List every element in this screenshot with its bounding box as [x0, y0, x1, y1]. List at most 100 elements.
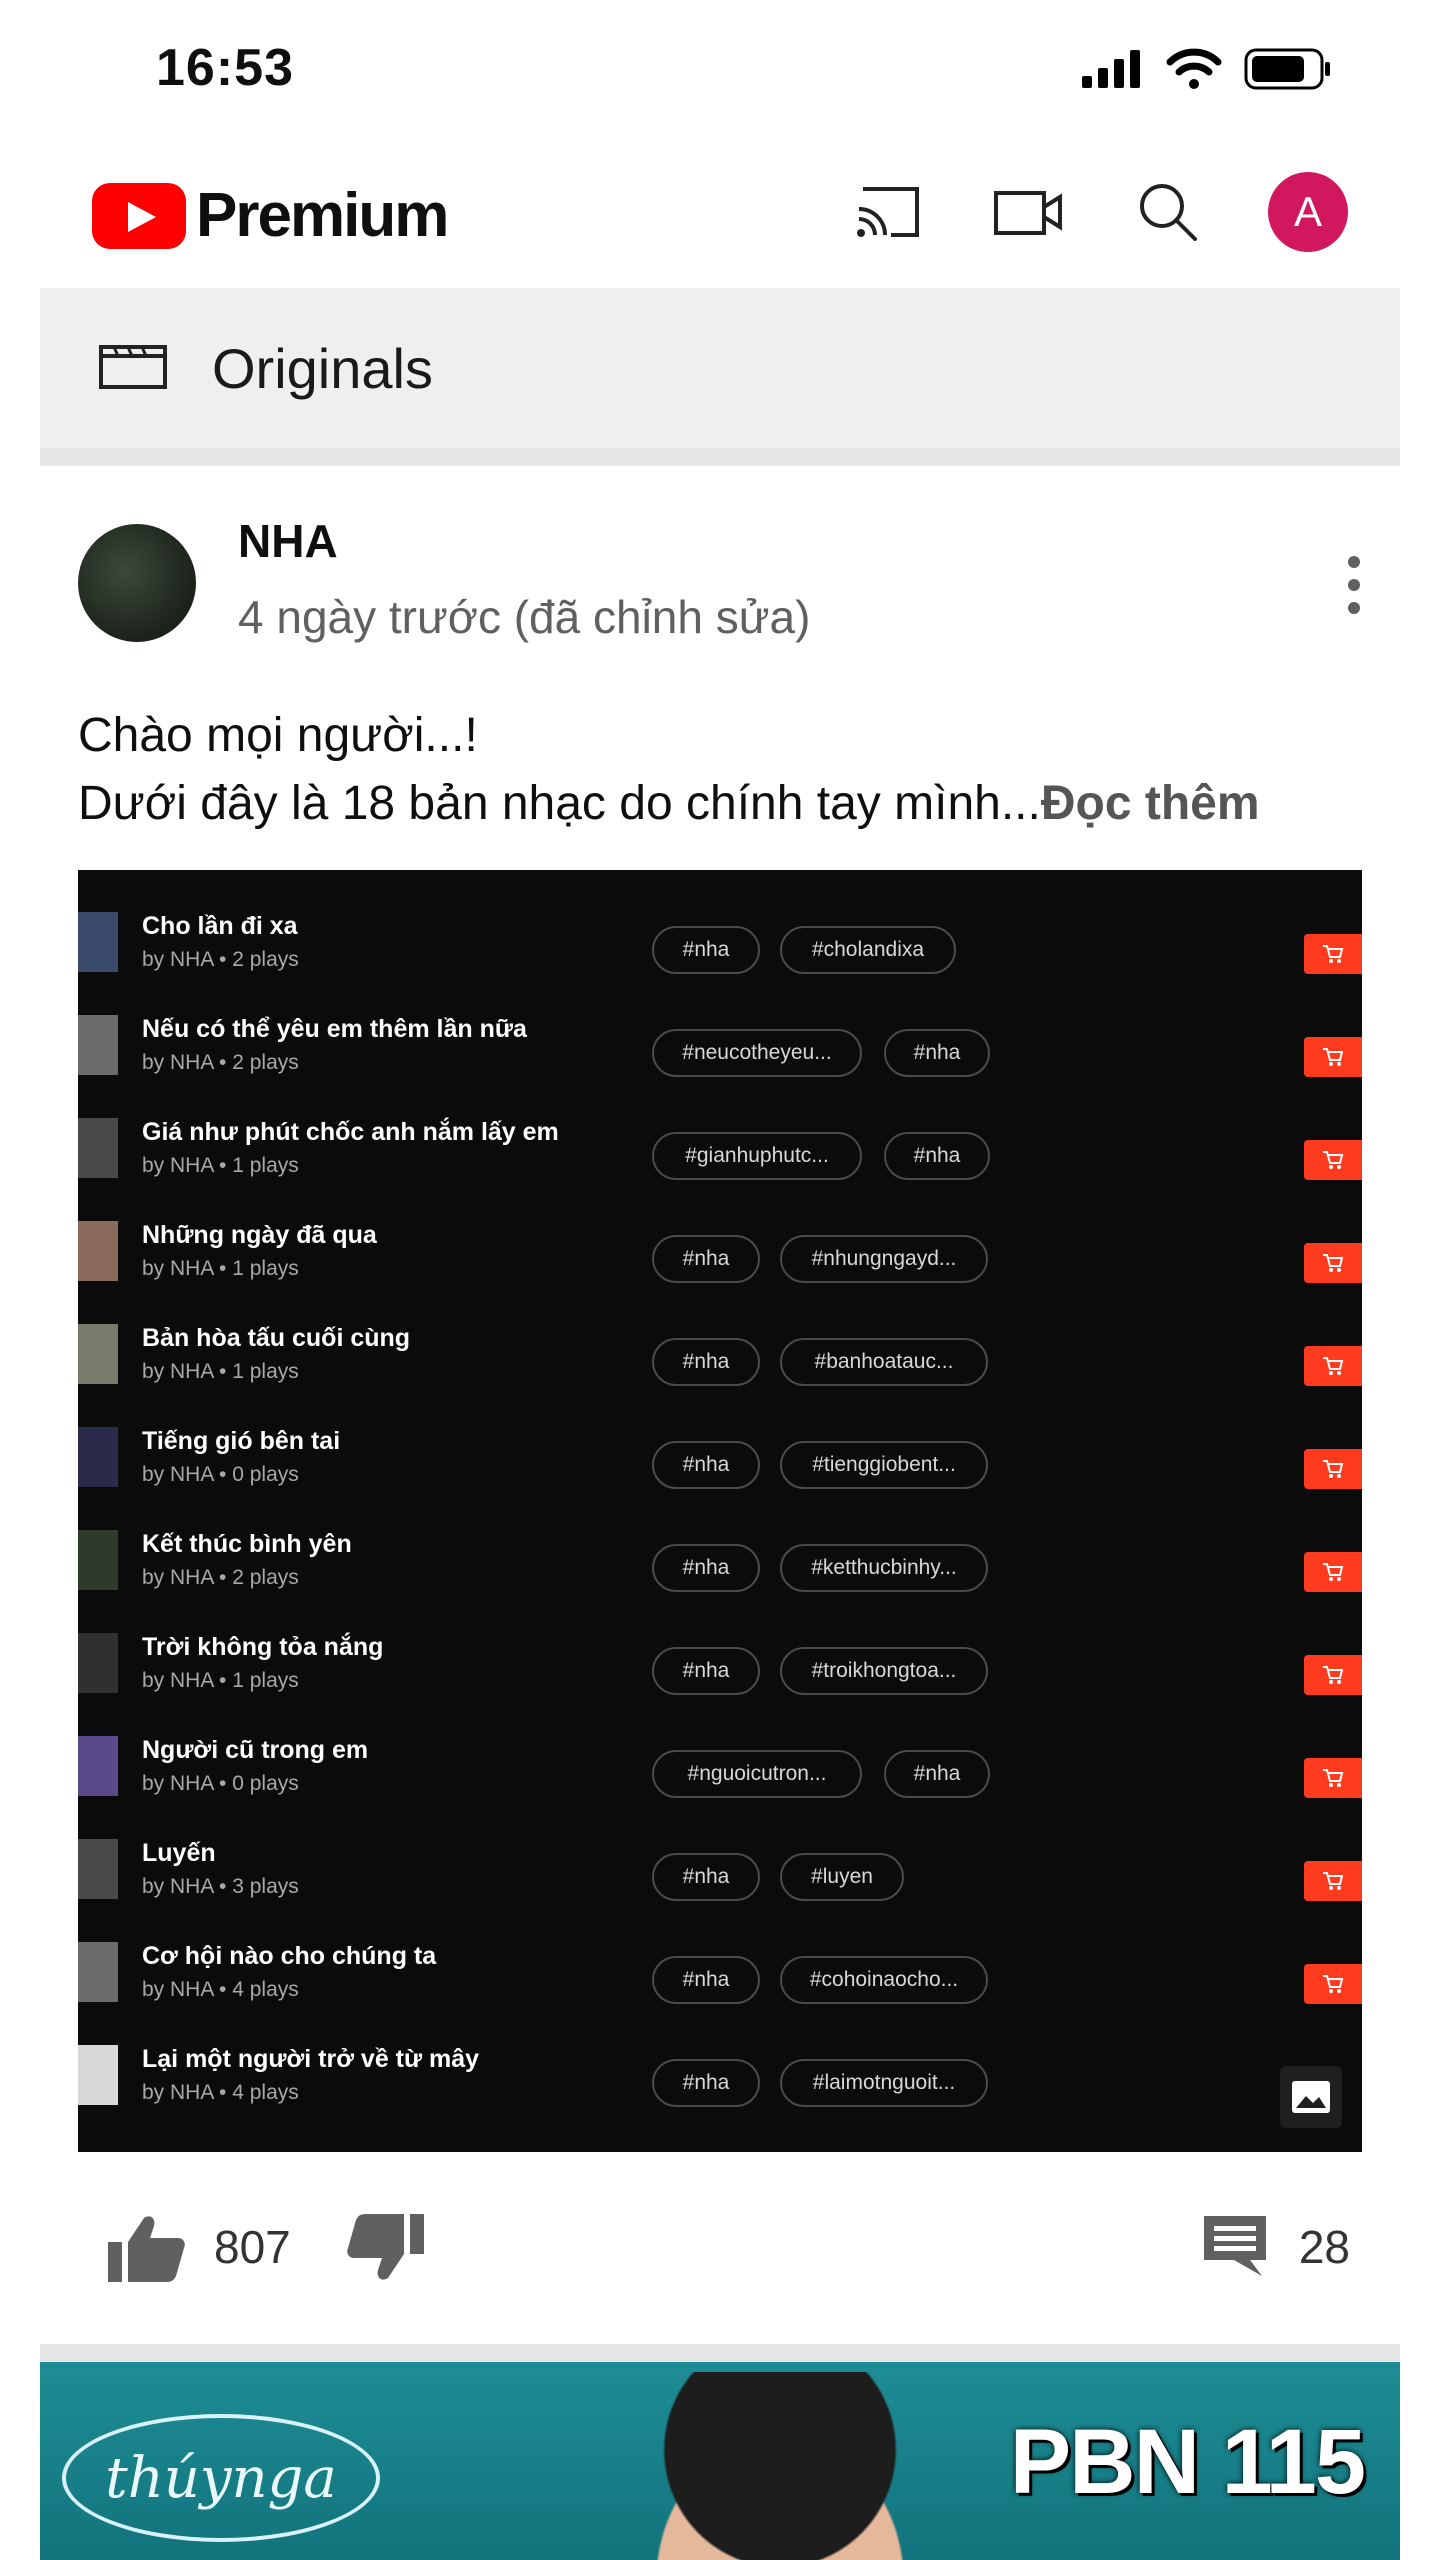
track-tag: #neucotheyeu... [652, 1029, 862, 1077]
track-row[interactable]: Kết thúc bình yên by NHA • 2 plays #nha #ke… [78, 1510, 1362, 1613]
post-image[interactable]: Lại một người trở về từ mây by NHA • 4 pl… [78, 870, 1362, 2152]
track-tag: #nha [652, 926, 760, 974]
originals-bar[interactable]: Originals [40, 288, 1400, 448]
image-icon[interactable] [1280, 2066, 1342, 2128]
track-tag: #nha [652, 2059, 760, 2107]
like-button[interactable] [106, 2212, 186, 2284]
track-meta: by NHA • 1 plays [142, 1669, 299, 1692]
cart-icon [1304, 1655, 1362, 1695]
track-tag: #luyen [780, 1853, 904, 1901]
track-tag: #laimotnguoit... [780, 2059, 988, 2107]
track-meta: by NHA • 2 plays [142, 948, 299, 971]
track-meta: by NHA • 0 plays [142, 1463, 299, 1486]
track-tag: #gianhuphutc... [652, 1132, 862, 1180]
track-tag: #ketthucbinhy... [780, 1544, 988, 1592]
wifi-icon [1166, 48, 1222, 89]
track-title: Luyến [142, 1839, 216, 1867]
track-tag: #nha [652, 1956, 760, 2004]
track-tag: #nhungngayd... [780, 1235, 988, 1283]
track-title: Tiếng gió bên tai [142, 1427, 341, 1455]
cart-icon [1304, 1861, 1362, 1901]
clock: 16:53 [156, 39, 294, 97]
track-row[interactable]: Trời không tỏa nắng by NHA • 1 plays #nha #… [78, 1613, 1362, 1716]
cart-icon [1304, 1243, 1362, 1283]
battery-icon [1244, 48, 1330, 90]
track-row[interactable]: Tiếng gió bên tai by NHA • 0 plays #nha #ti… [78, 1407, 1362, 1510]
track-tag: #cholandixa [780, 926, 956, 974]
track-meta: by NHA • 1 plays [142, 1154, 299, 1177]
cart-icon [1304, 1449, 1362, 1489]
divider [40, 2344, 1400, 2362]
channel-avatar[interactable] [78, 524, 196, 642]
track-thumbnail [78, 1633, 118, 1693]
cellular-signal-icon [1082, 50, 1140, 88]
cart-icon [1304, 934, 1362, 974]
status-bar: 16:53 [40, 0, 1400, 140]
track-row[interactable]: Luyến by NHA • 3 plays #nha #luyen [78, 1819, 1362, 1922]
channel-name[interactable]: NHA [238, 514, 338, 568]
track-row[interactable]: Bản hòa tấu cuối cùng by NHA • 1 plays #nh… [78, 1304, 1362, 1407]
search-button[interactable] [1128, 172, 1208, 252]
track-title: Người cũ trong em [142, 1736, 369, 1764]
video-thumbnail[interactable]: thúynga PBN 115 [40, 2362, 1400, 2560]
track-thumbnail [78, 1427, 118, 1487]
track-title: Bản hòa tấu cuối cùng [142, 1324, 411, 1352]
track-tag: #tienggiobent... [780, 1441, 988, 1489]
track-row[interactable]: Giá như phút chốc anh nắm lấy em by NHA •… [78, 1098, 1362, 1201]
track-thumbnail [78, 1839, 118, 1899]
track-thumbnail [78, 2045, 118, 2105]
track-meta: by NHA • 2 plays [142, 1566, 299, 1589]
youtube-premium-logo[interactable]: Premium [92, 180, 449, 251]
search-icon [1140, 184, 1197, 241]
track-tag: #troikhongtoa... [780, 1647, 988, 1695]
post-text-line-1: Chào mọi người...! [78, 709, 478, 762]
track-tag: #nha [884, 1029, 990, 1077]
track-meta: by NHA • 4 plays [142, 1978, 299, 2001]
read-more-link[interactable]: Đọc thêm [1041, 777, 1260, 830]
thumbnail-person [600, 2372, 960, 2560]
account-avatar[interactable]: A [1268, 172, 1348, 252]
track-row[interactable]: Lại một người trở về từ mây by NHA • 4 pl… [78, 2025, 1362, 2128]
track-tag: #nha [652, 1338, 760, 1386]
track-thumbnail [78, 1942, 118, 2002]
track-row[interactable]: Nếu có thể yêu em thêm lần nữa by NHA • 2… [78, 995, 1362, 1098]
post-timestamp: 4 ngày trước (đã chỉnh sửa) [238, 591, 811, 643]
track-row[interactable]: Cơ hội nào cho chúng ta by NHA • 4 plays #… [78, 1922, 1362, 2025]
track-title: Lại một người trở về từ mây [142, 2045, 480, 2073]
cast-button[interactable] [848, 172, 928, 252]
cart-icon [1304, 1140, 1362, 1180]
track-tag: #nha [884, 1750, 990, 1798]
track-thumbnail [78, 1530, 118, 1590]
track-title: Cho lần đi xa [142, 912, 298, 940]
track-meta: by NHA • 1 plays [142, 1257, 299, 1280]
post-text-body: Dưới đây là 18 bản nhạc do chính tay mìn… [78, 777, 1041, 830]
cart-icon [1304, 1037, 1362, 1077]
track-row[interactable]: Cho lần đi xa by NHA • 2 plays #nha #cholan… [78, 892, 1362, 995]
more-options-icon[interactable] [1348, 556, 1360, 614]
cast-icon [857, 187, 919, 237]
dislike-button[interactable] [346, 2212, 426, 2284]
track-thumbnail [78, 1118, 118, 1178]
app-header: Premium A [40, 150, 1400, 280]
track-title: Kết thúc bình yên [142, 1530, 352, 1558]
track-tag: #nha [652, 1647, 760, 1695]
track-tag: #nha [652, 1544, 760, 1592]
track-thumbnail [78, 1324, 118, 1384]
track-thumbnail [78, 912, 118, 972]
comment-count: 28 [1298, 2221, 1350, 2273]
track-thumbnail [78, 1015, 118, 1075]
track-row[interactable]: Những ngày đã qua by NHA • 1 plays #nha #nh… [78, 1201, 1362, 1304]
track-tag: #banhoatauc... [780, 1338, 988, 1386]
track-row[interactable]: Người cũ trong em by NHA • 0 plays #nguoic… [78, 1716, 1362, 1819]
track-tag: #nha [652, 1853, 760, 1901]
track-title: Nếu có thể yêu em thêm lần nữa [142, 1015, 527, 1043]
track-tag: #nha [884, 1132, 990, 1180]
comment-icon[interactable] [1200, 2212, 1270, 2278]
post-text-line-2: Dưới đây là 18 bản nhạc do chính tay mìn… [78, 776, 1260, 831]
create-video-button[interactable] [988, 172, 1068, 252]
track-meta: by NHA • 1 plays [142, 1360, 299, 1383]
youtube-play-icon [92, 182, 186, 249]
video-camera-icon [994, 191, 1062, 235]
track-title: Cơ hội nào cho chúng ta [142, 1942, 437, 1970]
track-title: Những ngày đã qua [142, 1221, 377, 1249]
